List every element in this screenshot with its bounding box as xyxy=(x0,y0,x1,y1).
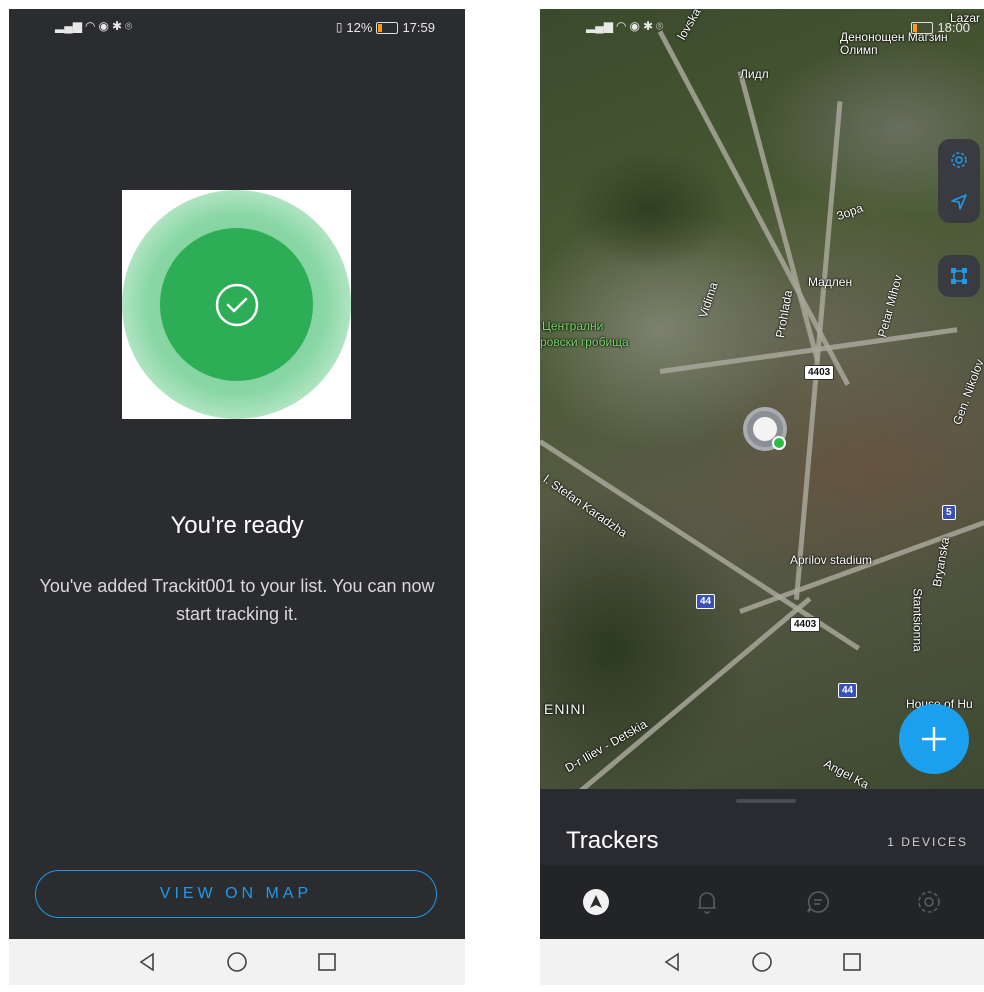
home-icon[interactable] xyxy=(717,939,807,985)
online-indicator xyxy=(772,436,786,450)
tab-notifications[interactable] xyxy=(677,872,737,932)
bell-icon xyxy=(697,892,716,914)
plus-icon xyxy=(922,727,946,751)
map-label: Централни xyxy=(542,319,604,333)
back-icon[interactable] xyxy=(627,939,717,985)
signal-icon: ▂▄▆ xyxy=(55,19,82,33)
road-shield: 4403 xyxy=(804,365,835,380)
map-label: Bryanska xyxy=(929,536,953,588)
wifi-icon: ◠ xyxy=(615,19,627,33)
bottom-tab-bar xyxy=(540,865,984,939)
map-label: Angel Ka xyxy=(821,756,872,789)
map-label: Prohlada xyxy=(772,289,796,339)
chat-icon xyxy=(806,891,829,913)
map-label: Лидл xyxy=(740,67,769,81)
phone-screen-map: Лидл Денонощен Магзин Олимп Зора Мадлен … xyxy=(540,9,984,985)
success-title: You're ready xyxy=(170,512,304,539)
location-icon: ⌾ xyxy=(125,19,133,33)
clock: 18:00 xyxy=(937,20,970,35)
view-on-map-button[interactable]: VIEW ON MAP xyxy=(35,870,437,918)
map-label: l. Stefan Karadzha xyxy=(540,471,630,541)
battery-icon xyxy=(911,21,934,34)
navigation-icon xyxy=(582,889,609,915)
fit-bounds-icon[interactable] xyxy=(938,255,980,297)
map-label: Зора xyxy=(834,200,865,224)
map-label: ровски гробища xyxy=(540,335,629,349)
phone-screen-success: ▂▄▆ ◠ ◉ ✱ ⌾ ▯ 12% 17:59 You're ready You… xyxy=(9,9,465,985)
success-illustration xyxy=(122,190,351,419)
location-icon: ⌾ xyxy=(656,19,664,33)
battery-icon xyxy=(376,21,399,34)
wifi-icon: ◠ xyxy=(84,19,96,33)
signal-icon: ▂▄▆ xyxy=(586,19,613,33)
tab-settings[interactable] xyxy=(899,872,959,932)
success-description: You've added Trackit001 to your list. Yo… xyxy=(39,576,435,624)
status-bar: ▂▄▆ ◠ ◉ ✱ ⌾ 18:00 xyxy=(540,9,984,45)
map-label: Petar Mihov xyxy=(874,273,906,339)
bluetooth-icon: ✱ xyxy=(642,19,653,33)
tab-messages[interactable] xyxy=(788,872,848,932)
vibrate-icon: ▯ xyxy=(335,20,343,34)
map-label: Мадлен xyxy=(808,275,853,289)
back-icon[interactable] xyxy=(102,939,192,985)
map-settings-icon[interactable] xyxy=(938,139,980,181)
map-controls-fit xyxy=(938,255,980,297)
clock: 17:59 xyxy=(402,20,435,35)
map-controls xyxy=(938,139,980,223)
eye-icon: ◉ xyxy=(629,19,640,33)
tracker-marker[interactable] xyxy=(743,407,787,451)
eye-icon: ◉ xyxy=(98,19,109,33)
device-count: 1 DEVICES xyxy=(887,835,968,849)
map-label: ENINI xyxy=(544,701,587,717)
locate-icon[interactable] xyxy=(938,181,980,223)
map-label: Vidima xyxy=(695,280,721,320)
system-nav-bar xyxy=(9,939,465,985)
road-shield: 44 xyxy=(838,683,858,698)
gear-icon xyxy=(917,891,940,913)
checkmark-icon xyxy=(215,283,259,327)
status-bar: ▂▄▆ ◠ ◉ ✱ ⌾ ▯ 12% 17:59 xyxy=(9,9,465,45)
map-label: Stantsionna xyxy=(910,588,925,652)
map-label: Gen. Nikolov xyxy=(950,357,984,427)
map-label: Aprilov stadium xyxy=(790,553,873,567)
bluetooth-icon: ✱ xyxy=(111,19,122,33)
road-shield: 44 xyxy=(696,594,716,609)
trackers-sheet[interactable]: Trackers 1 DEVICES xyxy=(540,789,984,865)
add-tracker-button[interactable] xyxy=(899,704,969,774)
sheet-handle[interactable] xyxy=(736,799,796,803)
home-icon[interactable] xyxy=(192,939,282,985)
system-nav-bar xyxy=(540,939,984,985)
sheet-title: Trackers xyxy=(566,827,659,854)
road-shield: 5 xyxy=(942,505,956,520)
recents-icon[interactable] xyxy=(807,939,897,985)
satellite-map[interactable]: Лидл Денонощен Магзин Олимп Зора Мадлен … xyxy=(540,9,984,789)
battery-percent: 12% xyxy=(346,20,373,35)
road-shield: 4403 xyxy=(790,617,821,632)
success-circle xyxy=(160,228,313,381)
tab-map[interactable] xyxy=(566,872,626,932)
recents-icon[interactable] xyxy=(282,939,372,985)
